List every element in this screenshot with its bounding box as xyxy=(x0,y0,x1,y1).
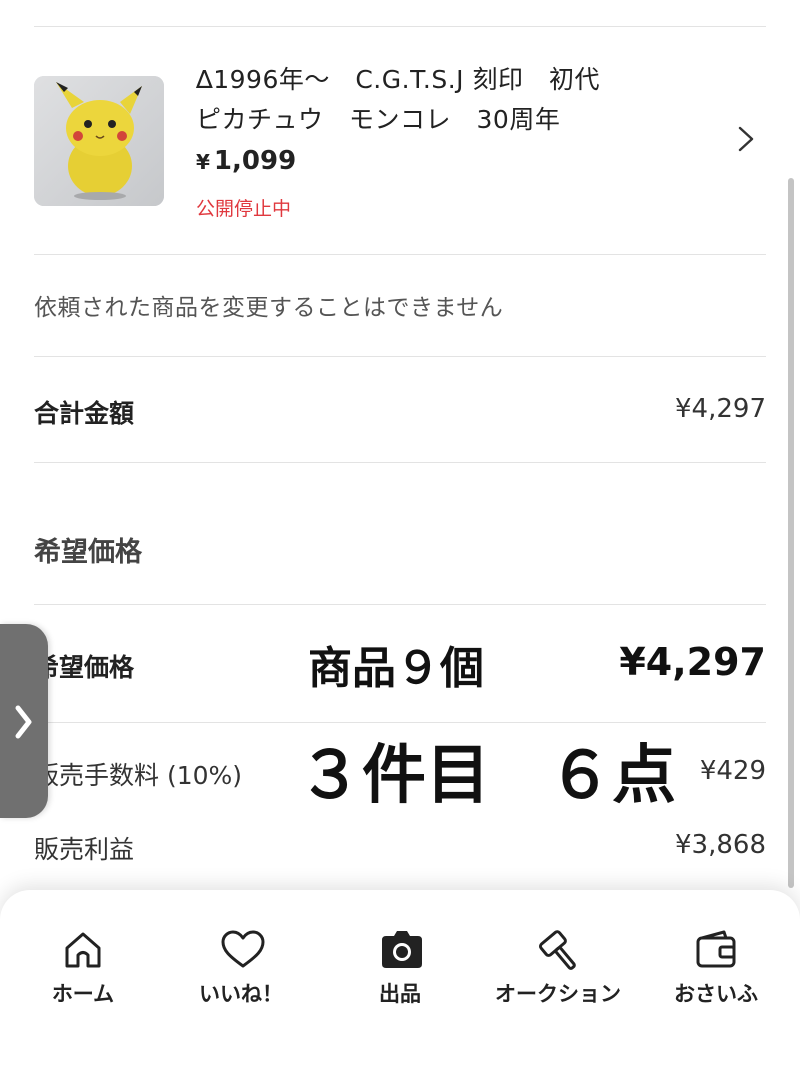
scrollbar[interactable] xyxy=(788,178,794,888)
product-title-line1: ∆1996年〜 C.G.T.S.J 刻印 初代 xyxy=(196,65,600,94)
product-image xyxy=(34,76,164,206)
price-currency: ¥ xyxy=(196,150,210,174)
desired-price-label: 希望価格 xyxy=(34,653,135,682)
fee-label: 販売手数料 (10%) xyxy=(34,761,243,790)
notice-text: 依頼された商品を変更することはできません xyxy=(34,295,504,321)
camera-icon xyxy=(382,931,422,968)
tab-likes-label: いいね！ xyxy=(199,982,283,1006)
overlay-case-number: ３件目 xyxy=(298,739,490,813)
chevron-right-icon xyxy=(15,705,32,739)
product-card[interactable]: ∆1996年〜 C.G.T.S.J 刻印 初代 ピカチュウ モンコレ 30周年 … xyxy=(34,58,766,228)
tab-home[interactable]: ホーム xyxy=(3,890,163,1030)
divider xyxy=(34,356,766,357)
product-title: ∆1996年〜 C.G.T.S.J 刻印 初代 ピカチュウ モンコレ 30周年 xyxy=(196,60,696,140)
divider xyxy=(34,722,766,723)
wallet-icon xyxy=(696,930,736,968)
overlay-item-count: 商品９個 xyxy=(308,643,484,694)
tab-sell-label: 出品 xyxy=(379,982,421,1006)
tab-home-label: ホーム xyxy=(51,982,115,1006)
section-title-desired-price: 希望価格 xyxy=(34,537,142,568)
tab-wallet[interactable]: おさいふ xyxy=(636,890,796,1030)
tab-auction-label: オークション xyxy=(495,982,621,1006)
profit-label: 販売利益 xyxy=(34,835,135,864)
product-price: ¥1,099 xyxy=(196,146,296,176)
divider xyxy=(34,462,766,463)
total-label: 合計金額 xyxy=(34,399,135,428)
tab-likes[interactable]: いいね！ xyxy=(161,890,321,1030)
side-drawer-handle[interactable] xyxy=(0,624,48,818)
heart-icon xyxy=(221,930,265,968)
chevron-right-icon[interactable] xyxy=(734,122,758,156)
tab-wallet-label: おさいふ xyxy=(674,982,758,1006)
bottom-tab-bar: ホーム いいね！ 出品 オークション おさいふ xyxy=(0,890,800,1080)
gavel-icon xyxy=(538,930,576,970)
divider xyxy=(34,254,766,255)
transaction-page: ∆1996年〜 C.G.T.S.J 刻印 初代 ピカチュウ モンコレ 30周年 … xyxy=(0,0,800,1080)
desired-price-value: ¥4,297 xyxy=(619,640,766,684)
tab-auction[interactable]: オークション xyxy=(478,890,638,1030)
product-title-line2: ピカチュウ モンコレ 30周年 xyxy=(196,105,561,134)
fee-value: ¥429 xyxy=(699,756,766,786)
divider xyxy=(34,26,766,27)
tab-sell[interactable]: 出品 xyxy=(320,890,480,1030)
divider xyxy=(34,604,766,605)
overlay-point-count: ６点 xyxy=(548,739,676,813)
profit-value: ¥3,868 xyxy=(675,830,766,860)
price-value: 1,099 xyxy=(213,146,297,176)
total-value: ¥4,297 xyxy=(675,394,766,424)
home-icon xyxy=(65,932,101,968)
status-badge: 公開停止中 xyxy=(196,198,292,220)
